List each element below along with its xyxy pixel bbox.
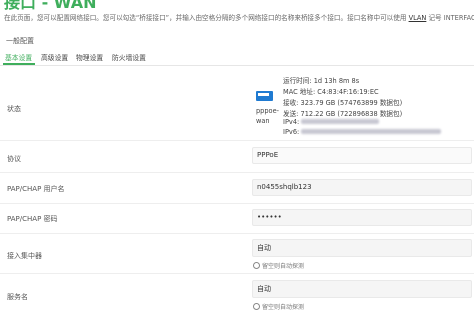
status-ipv6: IPv6: bbox=[283, 128, 442, 136]
tab-basic-settings[interactable]: 基本设置 bbox=[5, 52, 32, 62]
row-divider bbox=[0, 203, 474, 204]
username-label: PAP/CHAP 用户名 bbox=[7, 185, 65, 193]
row-divider bbox=[0, 172, 474, 173]
tab-advanced-settings[interactable]: 高级设置 bbox=[41, 52, 68, 62]
interface-name-line2: wan bbox=[256, 117, 270, 125]
description-text: 在此页面，您可以配置网络接口。您可以勾选“桥接接口”，并输入由空格分隔的多个网络… bbox=[4, 14, 407, 22]
status-tx: 发送: 712.22 GB (722896838 数据包) bbox=[283, 110, 403, 118]
access-concentrator-label: 接入集中器 bbox=[7, 252, 42, 260]
status-rx: 接收: 323.79 GB (574763899 数据包) bbox=[283, 99, 403, 107]
status-label: 状态 bbox=[7, 105, 21, 113]
tab-firewall-settings[interactable]: 防火墙设置 bbox=[112, 52, 146, 62]
protocol-label: 协议 bbox=[7, 155, 21, 163]
ipv6-redacted bbox=[301, 129, 442, 134]
tab-bar: 基本设置 高级设置 物理设置 防火墙设置 bbox=[0, 49, 474, 66]
status-uptime: 运行时间: 1d 13h 8m 8s bbox=[283, 77, 360, 85]
page-description: 在此页面，您可以配置网络接口。您可以勾选“桥接接口”，并输入由空格分隔的多个网络… bbox=[4, 12, 474, 22]
service-name-input[interactable]: 自动 bbox=[252, 280, 472, 298]
row-divider bbox=[0, 140, 474, 141]
service-name-hint: 留空则自动探测 bbox=[253, 302, 304, 311]
section-title: 一般配置 bbox=[6, 37, 34, 45]
row-divider bbox=[0, 273, 474, 274]
row-divider bbox=[0, 233, 474, 234]
service-name-hint-text: 留空则自动探测 bbox=[262, 304, 305, 311]
interface-name-line1: pppoe- bbox=[256, 107, 280, 115]
ipv6-prefix: IPv6: bbox=[283, 128, 300, 136]
status-interface-name: pppoe- wan bbox=[256, 106, 279, 126]
status-ipv4: IPv4: bbox=[283, 118, 380, 126]
access-concentrator-hint-text: 留空则自动探测 bbox=[262, 263, 305, 270]
password-label: PAP/CHAP 密码 bbox=[7, 215, 58, 223]
network-port-icon bbox=[256, 91, 273, 101]
username-input[interactable]: n0455shqlb123 bbox=[252, 179, 472, 196]
access-concentrator-hint: 留空则自动探测 bbox=[253, 261, 304, 270]
protocol-select[interactable]: PPPoE bbox=[252, 147, 472, 164]
password-input[interactable]: •••••• bbox=[252, 209, 472, 226]
service-name-label: 服务名 bbox=[7, 293, 28, 301]
info-icon bbox=[253, 303, 260, 310]
info-icon bbox=[253, 262, 260, 269]
status-mac: MAC 地址: C4:83:4F:16:19:EC bbox=[283, 88, 379, 96]
vlan-suffix: 记号 INTERFACE. bbox=[428, 14, 474, 22]
access-concentrator-input[interactable]: 自动 bbox=[252, 239, 472, 257]
active-tab-indicator bbox=[3, 63, 35, 65]
vlan-link[interactable]: VLAN bbox=[409, 14, 427, 22]
ipv4-prefix: IPv4: bbox=[283, 118, 300, 126]
ipv4-redacted bbox=[301, 119, 380, 124]
tab-physical-settings[interactable]: 物理设置 bbox=[76, 52, 103, 62]
